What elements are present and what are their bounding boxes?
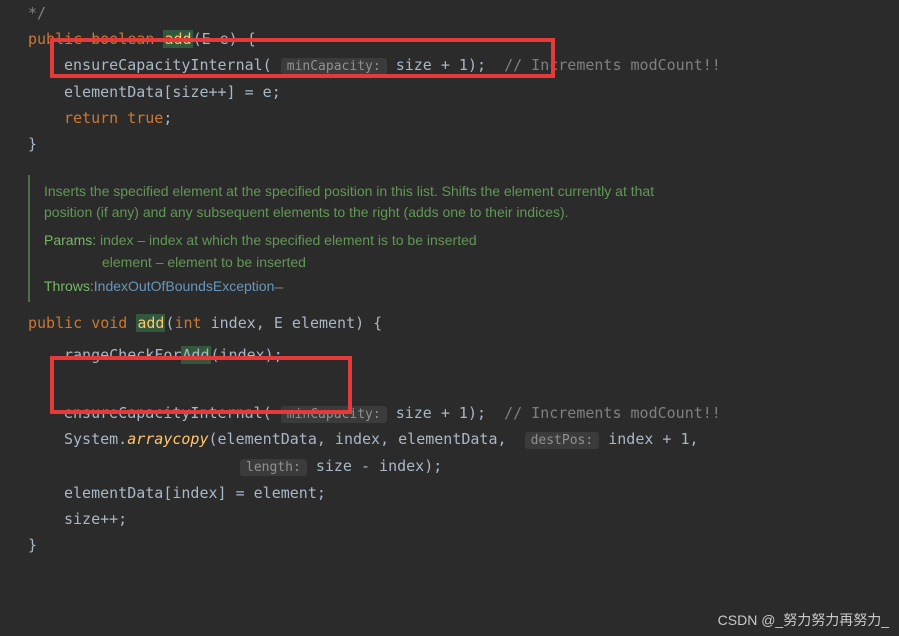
size-increment: size++; bbox=[8, 506, 891, 532]
param-hint-length: length: bbox=[240, 459, 307, 476]
element-data-index-assign: elementData[index] = element; bbox=[8, 480, 891, 506]
range-check-call: rangeCheckForAdd(index); bbox=[8, 342, 891, 368]
comment-close: */ bbox=[8, 0, 891, 26]
method-signature-add-boolean: public boolean add(E e) { bbox=[8, 26, 891, 52]
javadoc-throws-exception: IndexOutOfBoundsException bbox=[94, 278, 275, 296]
javadoc-throws-label: Throws: bbox=[44, 278, 94, 296]
ensure-capacity-call-1: ensureCapacityInternal( minCapacity: siz… bbox=[8, 52, 891, 79]
param-hint-mincapacity-2: minCapacity: bbox=[281, 406, 387, 423]
javadoc-params-label: Params: bbox=[44, 232, 96, 248]
param-hint-destpos: destPos: bbox=[525, 432, 600, 449]
javadoc-block: Inserts the specified element at the spe… bbox=[28, 175, 891, 302]
method-signature-add-void: public void add(int index, E element) { bbox=[8, 310, 891, 336]
javadoc-param-2: element – element to be inserted bbox=[44, 252, 891, 274]
ensure-capacity-call-2: ensureCapacityInternal( minCapacity: siz… bbox=[8, 400, 891, 427]
element-data-assign: elementData[size++] = e; bbox=[8, 79, 891, 105]
javadoc-desc-line1: Inserts the specified element at the spe… bbox=[44, 181, 891, 203]
code-viewer[interactable]: */ public boolean add(E e) { ensureCapac… bbox=[8, 0, 891, 558]
param-hint-mincapacity: minCapacity: bbox=[281, 58, 387, 75]
closing-brace-2: } bbox=[8, 532, 891, 558]
arraycopy-continuation: length: size - index); bbox=[8, 453, 891, 480]
watermark: CSDN @_努力努力再努力_ bbox=[718, 610, 889, 630]
arraycopy-call: System.arraycopy(elementData, index, ele… bbox=[8, 426, 891, 453]
return-true: return true; bbox=[8, 105, 891, 131]
javadoc-params-row: Params: index – index at which the speci… bbox=[44, 230, 891, 252]
javadoc-throws-row: Throws: IndexOutOfBoundsException – bbox=[44, 278, 891, 296]
javadoc-desc-line2: position (if any) and any subsequent ele… bbox=[44, 202, 891, 224]
closing-brace-1: } bbox=[8, 131, 891, 157]
